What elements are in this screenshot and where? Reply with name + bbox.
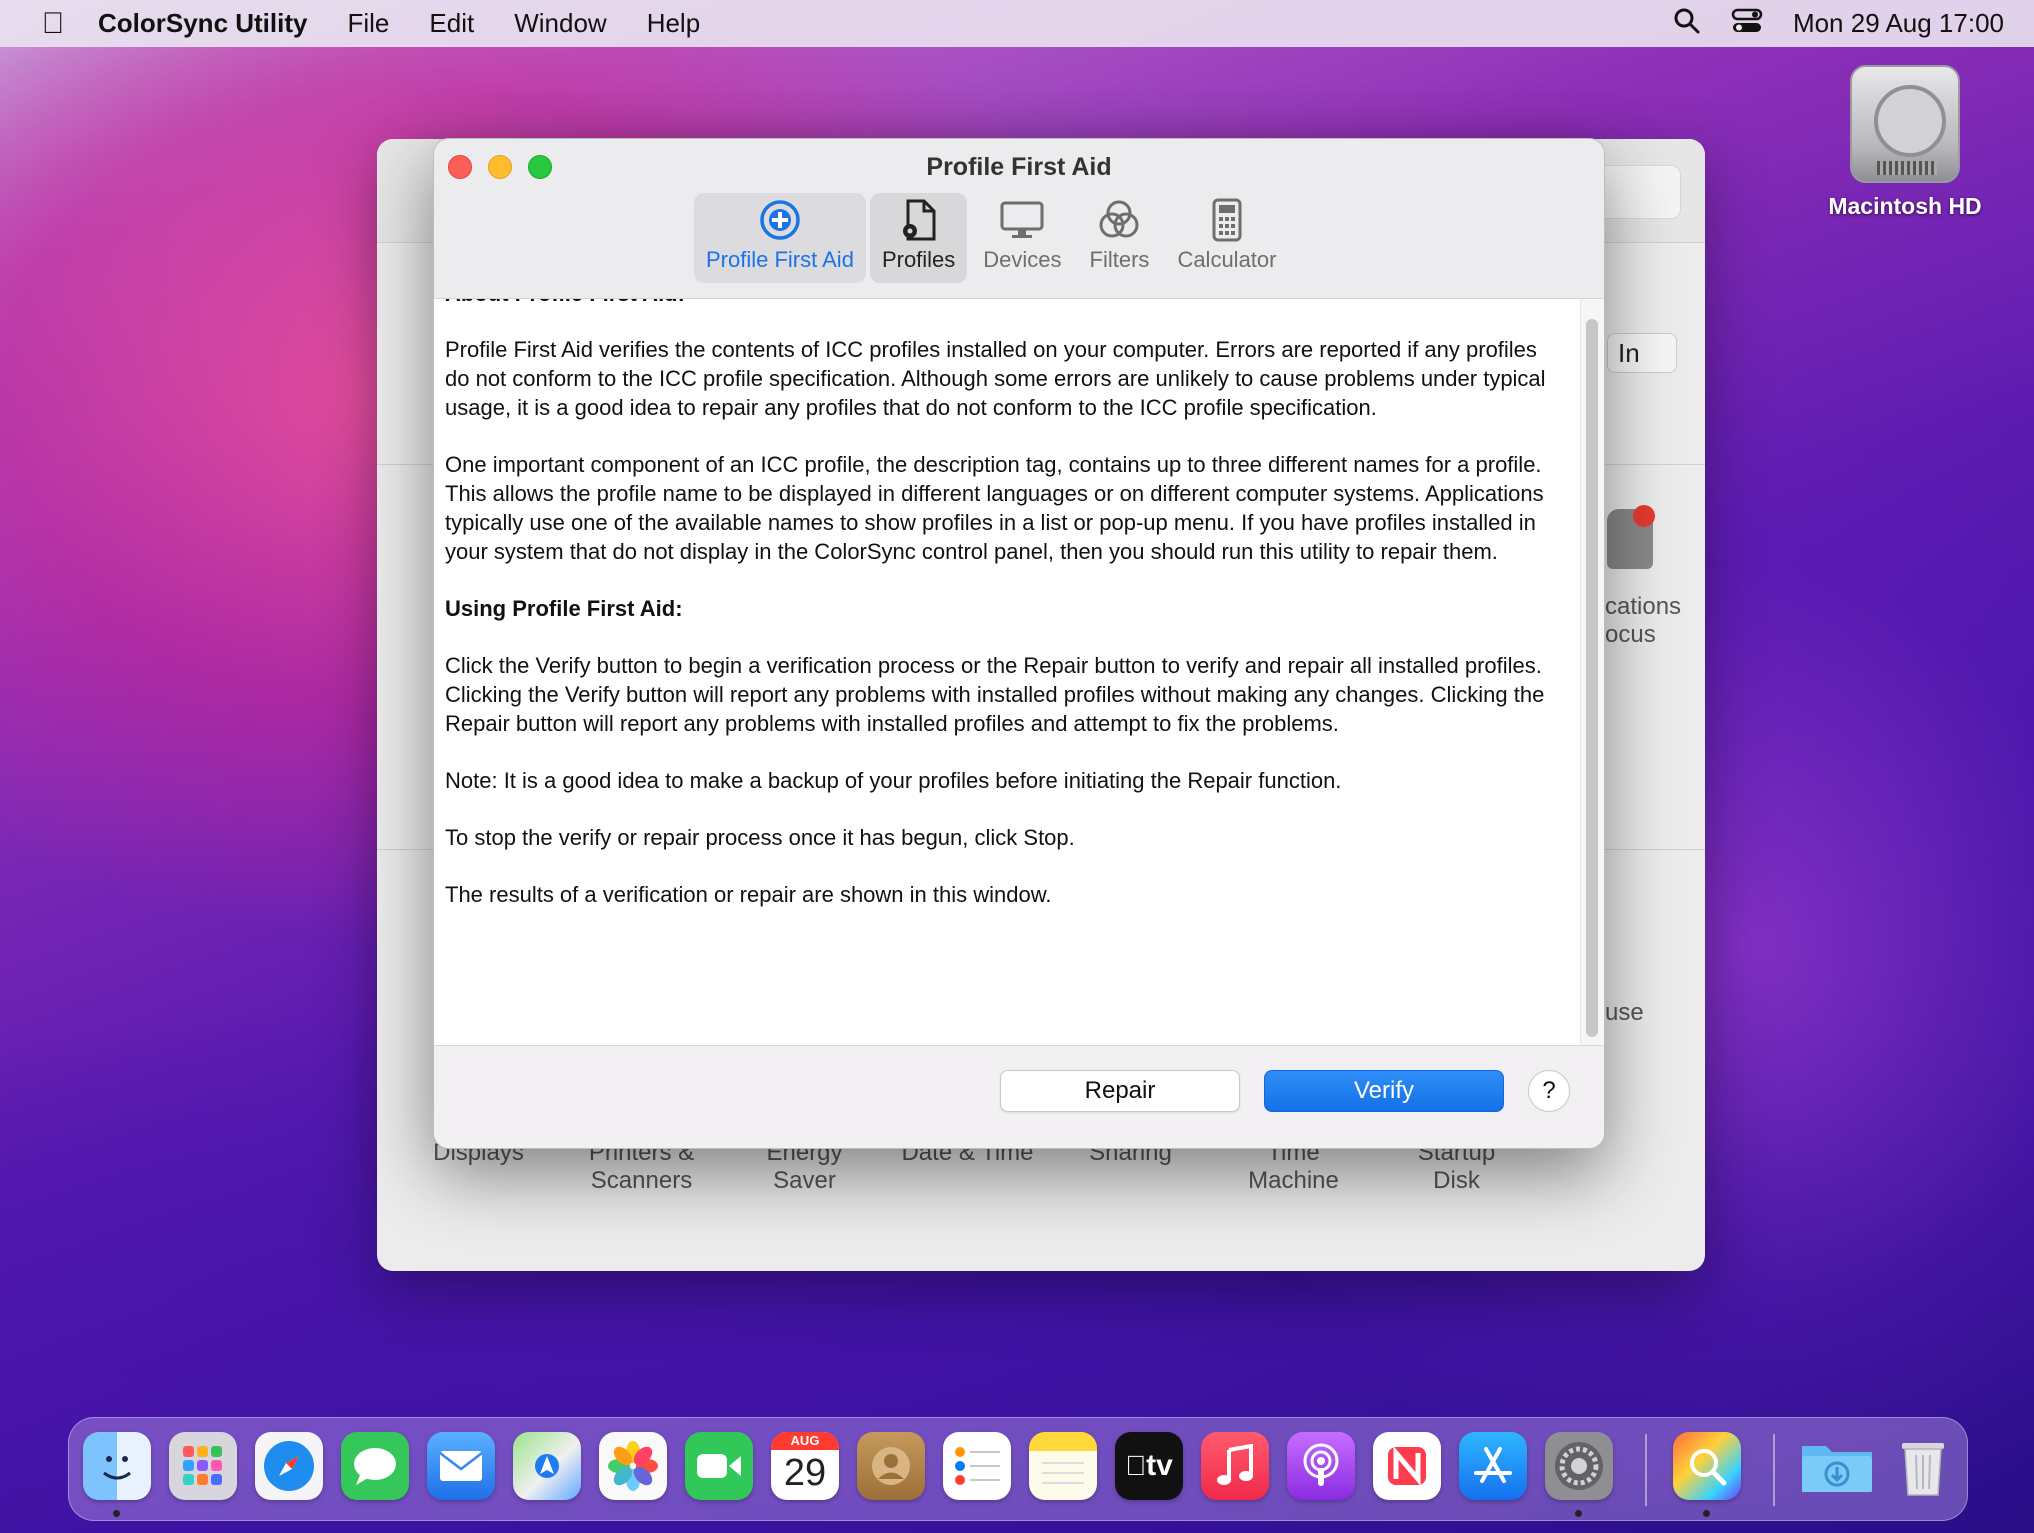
help-text-area[interactable]: About Profile First Aid: Profile First A… bbox=[434, 299, 1604, 1045]
paragraph: The results of a verification or repair … bbox=[445, 882, 1052, 907]
apple-tv-icon[interactable]: tv bbox=[1115, 1432, 1183, 1500]
menu-clock[interactable]: Mon 29 Aug 17:00 bbox=[1793, 8, 2004, 39]
tab-profile-first-aid[interactable]: Profile First Aid bbox=[694, 193, 866, 283]
tab-label: Profiles bbox=[881, 247, 956, 272]
help-text-body: Profile First Aid verifies the contents … bbox=[434, 299, 1579, 909]
system-preferences-icon[interactable] bbox=[1545, 1432, 1613, 1500]
hard-disk-icon bbox=[1850, 65, 1960, 183]
mail-icon[interactable] bbox=[427, 1432, 495, 1500]
tab-label: Devices bbox=[983, 247, 1062, 272]
dialog-footer: Repair Verify ? bbox=[434, 1045, 1604, 1148]
control-center-icon[interactable] bbox=[1731, 7, 1763, 40]
menu-file[interactable]: File bbox=[347, 8, 389, 39]
calculator-icon bbox=[1212, 198, 1242, 242]
tab-calculator[interactable]: Calculator bbox=[1165, 193, 1288, 283]
messages-icon[interactable] bbox=[341, 1432, 409, 1500]
window-title: Profile First Aid bbox=[926, 153, 1112, 181]
calendar-day: 29 bbox=[783, 1452, 827, 1494]
help-button[interactable]: ? bbox=[1528, 1070, 1570, 1112]
desktop-disk-label: Macintosh HD bbox=[1828, 193, 1982, 219]
apple-logo-icon:  bbox=[1125, 1450, 1146, 1482]
tab-label: Profile First Aid bbox=[706, 247, 854, 272]
prefs-pane-mouse-label: use bbox=[1605, 999, 1644, 1026]
window-titlebar: Profile First Aid Profile First Aid Prof… bbox=[434, 139, 1604, 299]
trash-icon[interactable] bbox=[1889, 1432, 1957, 1500]
paragraph: Note: It is a good idea to make a backup… bbox=[445, 768, 1342, 793]
dock-separator bbox=[1645, 1434, 1647, 1506]
repair-button[interactable]: Repair bbox=[1000, 1070, 1240, 1112]
filters-icon bbox=[1099, 200, 1139, 238]
paragraph: Profile First Aid verifies the contents … bbox=[445, 337, 1546, 420]
app-store-icon[interactable] bbox=[1459, 1432, 1527, 1500]
tab-filters[interactable]: Filters bbox=[1078, 193, 1162, 283]
photos-icon[interactable] bbox=[599, 1432, 667, 1500]
monitor-icon bbox=[1000, 201, 1044, 238]
section-heading-about: About Profile First Aid: bbox=[445, 299, 685, 307]
paragraph: Click the Verify button to begin a verif… bbox=[445, 653, 1545, 736]
paragraph: To stop the verify or repair process onc… bbox=[445, 825, 1075, 850]
tab-label: Filters bbox=[1089, 247, 1150, 272]
podcasts-icon[interactable] bbox=[1287, 1432, 1355, 1500]
running-indicator bbox=[1703, 1510, 1710, 1517]
dock-separator bbox=[1773, 1434, 1775, 1506]
tv-label: tv bbox=[1135, 1449, 1173, 1482]
downloads-folder-icon[interactable] bbox=[1797, 1432, 1877, 1500]
prefs-pane-focus-label: ocus bbox=[1605, 621, 1656, 648]
maps-icon[interactable] bbox=[513, 1432, 581, 1500]
launchpad-icon[interactable] bbox=[169, 1432, 237, 1500]
scrollbar-thumb[interactable] bbox=[1586, 319, 1598, 1037]
running-indicator bbox=[1575, 1510, 1582, 1517]
music-icon[interactable] bbox=[1201, 1432, 1269, 1500]
calendar-month: AUG bbox=[771, 1432, 839, 1450]
prefs-pane-notifications-label: cations bbox=[1605, 593, 1682, 620]
menu-help[interactable]: Help bbox=[647, 8, 700, 39]
running-indicator bbox=[113, 1510, 120, 1517]
news-icon[interactable] bbox=[1373, 1432, 1441, 1500]
notification-badge bbox=[1633, 505, 1655, 527]
calendar-icon[interactable]: AUG 29 bbox=[771, 1432, 839, 1500]
contacts-icon[interactable] bbox=[857, 1432, 925, 1500]
safari-icon[interactable] bbox=[255, 1432, 323, 1500]
menu-window[interactable]: Window bbox=[514, 8, 606, 39]
apple-menu-icon[interactable]:  bbox=[38, 7, 68, 41]
tab-devices[interactable]: Devices bbox=[971, 193, 1073, 283]
prefs-signin-button[interactable]: In bbox=[1607, 333, 1677, 373]
menu-app-name[interactable]: ColorSync Utility bbox=[98, 8, 307, 39]
dock: AUG 29 tv bbox=[68, 1417, 1968, 1521]
window-toolbar: Profile First Aid Profiles Devices Filte… bbox=[694, 193, 1288, 283]
plus-circle-icon bbox=[760, 200, 800, 240]
spotlight-search-icon[interactable] bbox=[1673, 7, 1701, 40]
menu-edit[interactable]: Edit bbox=[429, 8, 474, 39]
section-heading-using: Using Profile First Aid: bbox=[445, 596, 683, 621]
reminders-icon[interactable] bbox=[943, 1432, 1011, 1500]
document-gear-icon bbox=[902, 199, 936, 241]
tab-profiles[interactable]: Profiles bbox=[869, 193, 968, 283]
tab-label: Calculator bbox=[1177, 247, 1277, 272]
paragraph: One important component of an ICC profil… bbox=[445, 452, 1544, 564]
menu-bar:  ColorSync Utility File Edit Window Hel… bbox=[0, 0, 2034, 47]
finder-icon[interactable] bbox=[83, 1432, 151, 1500]
colorsync-utility-icon[interactable] bbox=[1673, 1432, 1741, 1500]
notes-icon[interactable] bbox=[1029, 1432, 1097, 1500]
profile-first-aid-window: Profile First Aid Profile First Aid Prof… bbox=[433, 138, 1605, 1149]
facetime-icon[interactable] bbox=[685, 1432, 753, 1500]
verify-button[interactable]: Verify bbox=[1264, 1070, 1504, 1112]
desktop-macintosh-hd[interactable]: Macintosh HD bbox=[1815, 65, 1995, 220]
